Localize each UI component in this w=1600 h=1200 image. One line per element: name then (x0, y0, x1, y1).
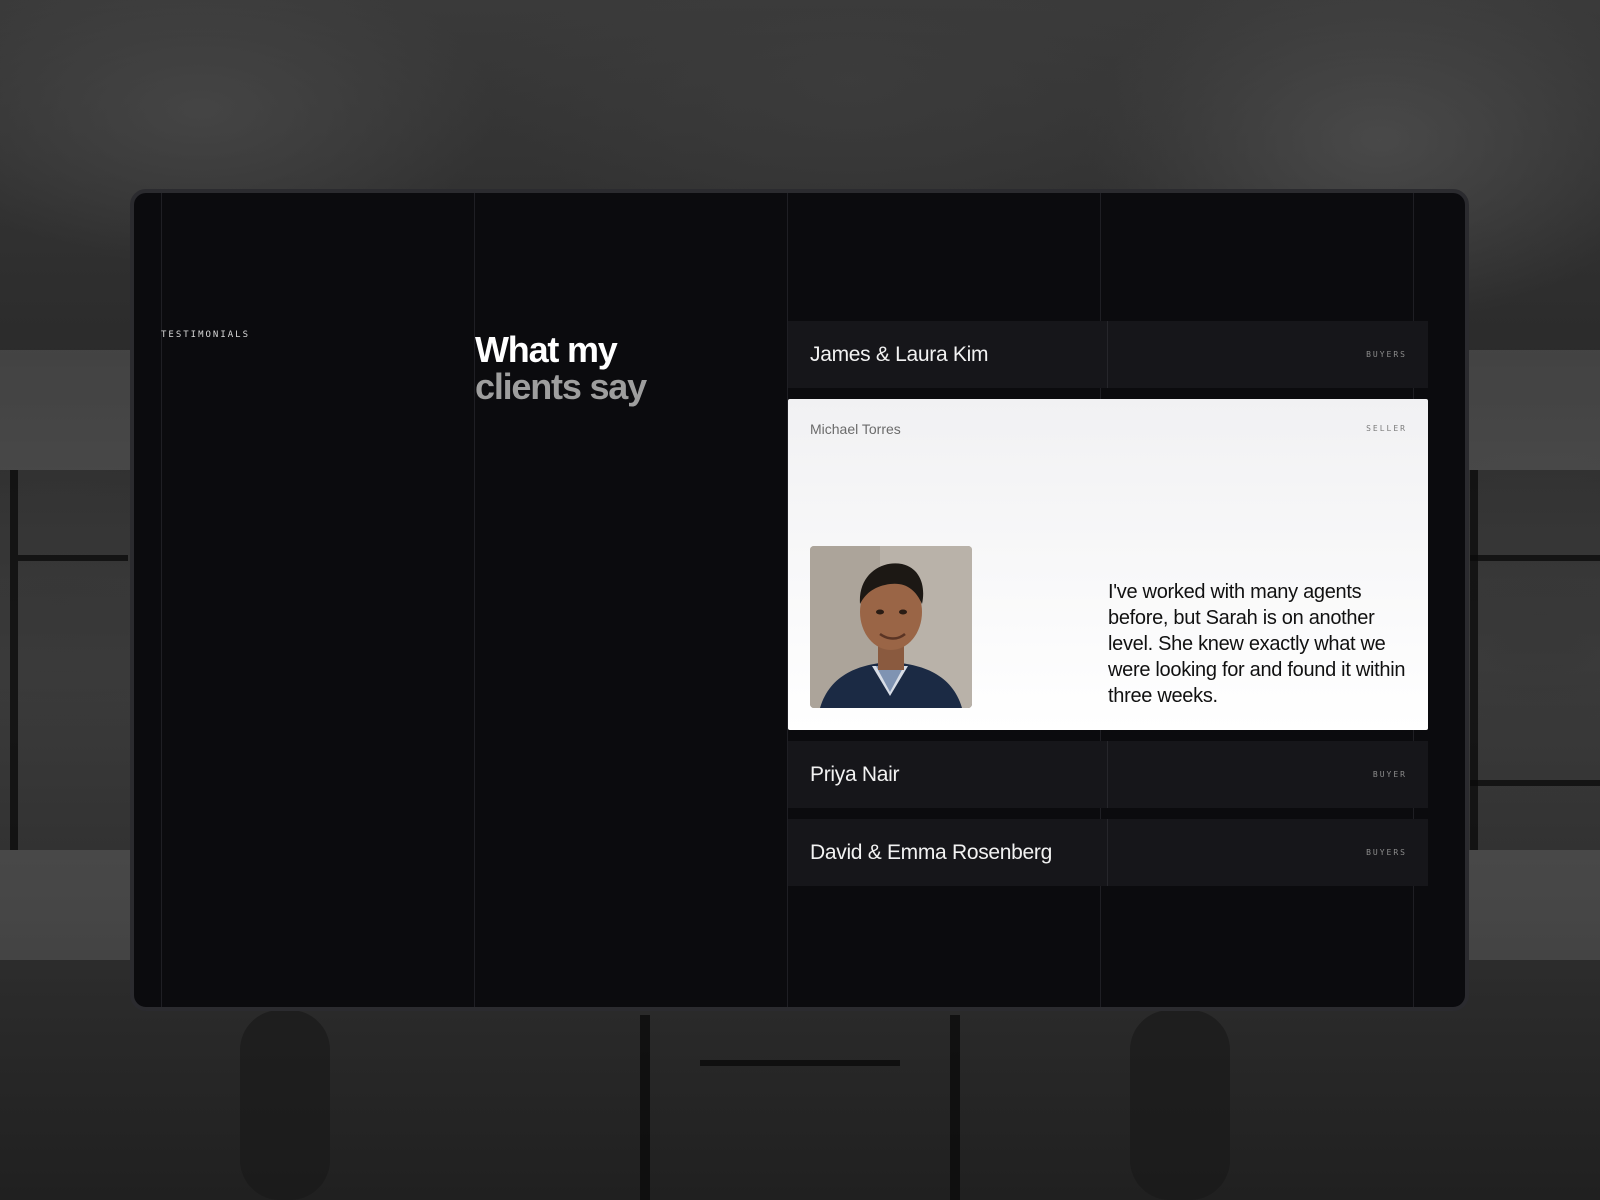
testimonial-item[interactable]: James & Laura Kim BUYERS (788, 321, 1428, 388)
testimonial-role: BUYER (1372, 770, 1407, 779)
testimonial-name: James & Laura Kim (810, 343, 989, 366)
testimonial-role: BUYERS (1366, 350, 1407, 359)
testimonial-item[interactable]: David & Emma Rosenberg BUYERS (788, 819, 1428, 886)
background-door-frame (640, 1015, 650, 1200)
grid-line (474, 193, 475, 1007)
background-window-frame (1470, 555, 1600, 561)
testimonial-name: Priya Nair (810, 763, 900, 786)
section-heading: What my clients say (475, 329, 647, 407)
testimonial-role: BUYERS (1366, 848, 1407, 857)
testimonial-item-active[interactable]: Michael Torres SELLER I've worked with m… (788, 399, 1428, 730)
heading-line-1: What my (475, 329, 618, 370)
testimonial-name: David & Emma Rosenberg (810, 841, 1053, 864)
background-window-frame (1470, 780, 1600, 786)
background-tree-trunk (1130, 1010, 1230, 1200)
item-divider (1107, 321, 1108, 388)
heading-line-2: clients say (475, 366, 647, 407)
background-window-frame (1470, 470, 1478, 850)
testimonial-quote: I've worked with many agents before, but… (1108, 581, 1406, 707)
section-eyebrow: TESTIMONIALS (161, 330, 251, 340)
grid-line (161, 193, 162, 1007)
item-divider (1107, 819, 1108, 886)
testimonial-name: Michael Torres (810, 421, 901, 437)
client-portrait (810, 546, 972, 708)
item-divider (1107, 741, 1108, 808)
testimonials-panel: TESTIMONIALS What my clients say James &… (130, 189, 1469, 1011)
testimonial-role: SELLER (1366, 424, 1407, 433)
portrait-illustration (810, 546, 972, 708)
background-window-frame (18, 555, 128, 561)
testimonial-item[interactable]: Priya Nair BUYER (788, 741, 1428, 808)
background-door-frame (950, 1015, 960, 1200)
background-door-frame (700, 1060, 900, 1066)
background-window-frame (10, 470, 18, 850)
background-tree-trunk (240, 1010, 330, 1200)
